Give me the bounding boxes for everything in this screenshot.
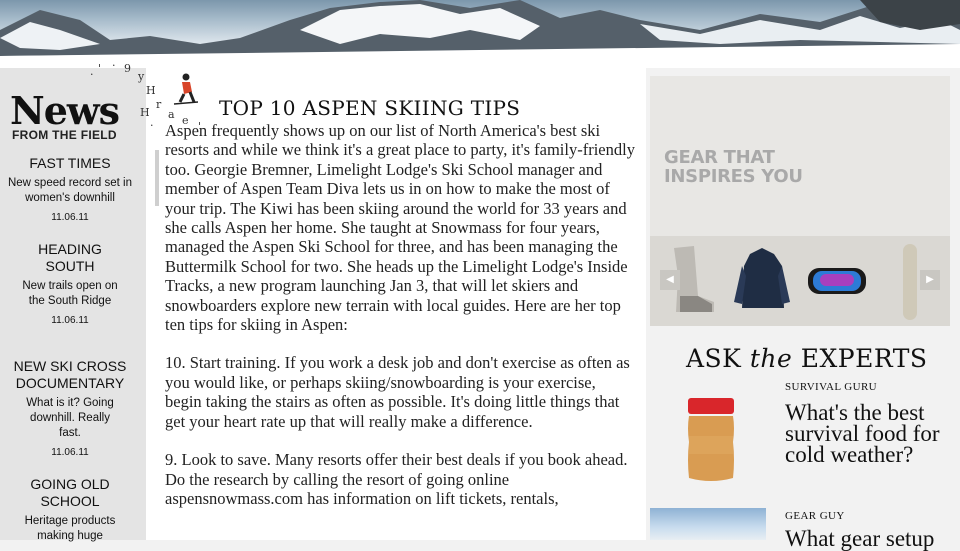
gear-products-image	[674, 244, 917, 320]
sidebar-item-date: 11.06.11	[51, 212, 89, 223]
ski-boot-icon	[674, 246, 714, 312]
skier-icon	[173, 73, 198, 105]
svg-text:.: .	[150, 116, 154, 129]
gear-carousel[interactable]: GEAR THAT INSPIRES YOU ◀ ▶	[650, 76, 950, 326]
svg-text:.: .	[112, 58, 116, 69]
article-tip-10: 10. Start training. If you work a desk j…	[165, 353, 630, 431]
sidebar-item-date: 11.06.11	[51, 447, 89, 458]
svg-text:a: a	[168, 108, 175, 121]
right-arrow-icon[interactable]: ▶	[920, 270, 940, 290]
sidebar-item-date: 11.06.11	[51, 315, 89, 326]
svg-text:·: ·	[90, 68, 94, 81]
gear-headline-line2: INSPIRES YOU	[664, 166, 803, 187]
gear-product-strip	[650, 236, 950, 326]
svg-text:H: H	[146, 84, 156, 97]
ask-experts-heading: ASK the EXPERTS	[686, 344, 928, 373]
sidebar-item-fast-times[interactable]: FAST TIMES New speed record set in women…	[0, 155, 140, 223]
expert-tag-gear: GEAR GUY	[785, 510, 845, 522]
gear-headline-line1: GEAR THAT	[664, 147, 775, 168]
sidebar-item-heading[interactable]: GOING OLD SCHOOL	[0, 476, 140, 510]
article-body: Aspen frequently shows up on our list of…	[165, 121, 635, 527]
svg-text:9: 9	[124, 62, 131, 75]
svg-text:': '	[98, 62, 101, 75]
expert-question-survival[interactable]: What's the best survival food for cold w…	[785, 401, 960, 466]
left-arrow-icon[interactable]: ◀	[660, 270, 680, 290]
snowboard-icon	[903, 244, 917, 320]
article-intro: Aspen frequently shows up on our list of…	[165, 121, 635, 335]
gear-guy-photo	[650, 508, 766, 540]
sidebar-item-desc: New trails open on the South Ridge	[22, 280, 118, 307]
expert-question-gear[interactable]: What gear setup	[785, 527, 960, 550]
article-tip-9: 9. Look to save. Many resorts offer thei…	[165, 450, 628, 508]
ask-the: the	[749, 344, 793, 373]
gear-headline: GEAR THAT INSPIRES YOU	[664, 148, 803, 186]
sidebar-item-heading[interactable]: FAST TIMES	[0, 155, 140, 172]
sidebar-item-heading[interactable]: HEADING SOUTH	[0, 241, 140, 275]
ask-pre: ASK	[686, 344, 750, 373]
sidebar-item-old-school[interactable]: GOING OLD SCHOOL Heritage products makin…	[0, 476, 140, 544]
ask-post: EXPERTS	[792, 344, 928, 373]
peanut-butter-jar-image	[688, 398, 734, 481]
sidebar-item-desc: New speed record set in women's downhill	[7, 177, 132, 204]
jacket-icon	[734, 248, 790, 308]
sidebar-item-ski-cross[interactable]: NEW SKI CROSS DOCUMENTARY What is it? Go…	[0, 358, 140, 458]
article-title: TOP 10 ASPEN SKIING TIPS	[219, 96, 521, 120]
goggles-icon	[808, 268, 866, 294]
sidebar-scrollbar[interactable]	[155, 150, 159, 206]
svg-text:r: r	[156, 98, 162, 111]
svg-text:y: y	[137, 70, 145, 83]
expert-tag-survival: SURVIVAL GURU	[785, 381, 878, 393]
sidebar-item-desc: What is it? Going downhill. Really fast.	[26, 397, 114, 439]
svg-text:H: H	[140, 106, 150, 119]
sidebar-item-heading-south[interactable]: HEADING SOUTH New trails open on the Sou…	[0, 241, 140, 326]
sidebar-item-heading[interactable]: NEW SKI CROSS DOCUMENTARY	[0, 358, 140, 392]
